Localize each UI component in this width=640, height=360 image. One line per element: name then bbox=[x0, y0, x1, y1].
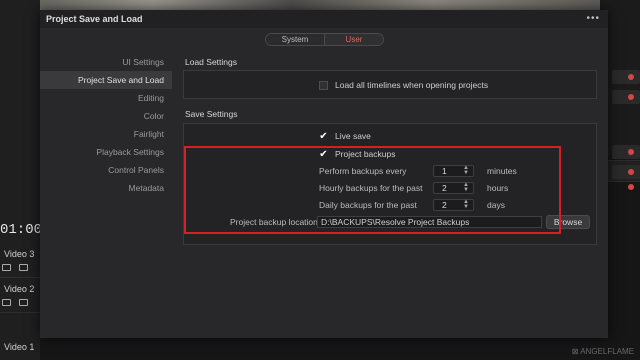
track-divider bbox=[0, 312, 40, 313]
sidebar-item-metadata[interactable]: Metadata bbox=[40, 179, 172, 197]
tab-user[interactable]: User bbox=[324, 34, 383, 45]
mixer-control[interactable] bbox=[612, 165, 640, 179]
save-settings-title: Save Settings bbox=[185, 109, 238, 119]
sidebar-item-project-save-and-load[interactable]: Project Save and Load bbox=[40, 71, 172, 89]
live-save-row[interactable]: ✔ Live save bbox=[319, 131, 371, 141]
sidebar-item-control-panels[interactable]: Control Panels bbox=[40, 161, 172, 179]
tab-system[interactable]: System bbox=[266, 34, 324, 45]
load-settings-title: Load Settings bbox=[185, 57, 237, 67]
mixer-control[interactable] bbox=[612, 70, 640, 84]
app-root: 01:00:0 Video 3 Video 2 Video 1 ⊠ ANGELF… bbox=[0, 0, 640, 360]
sidebar-item-fairlight[interactable]: Fairlight bbox=[40, 125, 172, 143]
sidebar-item-ui-settings[interactable]: UI Settings bbox=[40, 53, 172, 71]
mixer-control[interactable] bbox=[612, 90, 640, 104]
sidebar-item-editing[interactable]: Editing bbox=[40, 89, 172, 107]
highlight-annotation bbox=[184, 146, 561, 234]
load-all-timelines-label: Load all timelines when opening projects bbox=[335, 80, 489, 90]
preferences-sidebar: UI Settings Project Save and Load Editin… bbox=[40, 53, 172, 197]
record-indicator bbox=[628, 74, 634, 80]
live-save-label: Live save bbox=[335, 131, 371, 141]
record-indicator bbox=[628, 149, 634, 155]
system-user-toggle: System User bbox=[265, 33, 384, 46]
sidebar-item-color[interactable]: Color bbox=[40, 107, 172, 125]
track-label-video2: Video 2 bbox=[4, 284, 35, 294]
lock-icon[interactable] bbox=[2, 299, 11, 306]
track-controls-video3[interactable] bbox=[2, 264, 28, 271]
sidebar-item-playback-settings[interactable]: Playback Settings bbox=[40, 143, 172, 161]
track-divider bbox=[0, 277, 40, 278]
load-all-timelines-checkbox[interactable] bbox=[319, 80, 328, 90]
live-save-checkbox[interactable]: ✔ bbox=[319, 131, 328, 141]
mixer-control[interactable] bbox=[612, 145, 640, 159]
record-indicator bbox=[628, 169, 634, 175]
record-indicator bbox=[628, 94, 634, 100]
watermark-logo: ⊠ ANGELFLAME bbox=[571, 347, 634, 356]
dialog-titlebar[interactable]: Project Save and Load ••• bbox=[40, 10, 608, 28]
dialog-title: Project Save and Load bbox=[46, 14, 143, 24]
more-dots-icon[interactable]: ••• bbox=[586, 13, 600, 24]
lock-icon[interactable] bbox=[2, 264, 11, 271]
monitor-icon[interactable] bbox=[19, 264, 28, 271]
viewer-image bbox=[40, 0, 600, 10]
monitor-icon[interactable] bbox=[19, 299, 28, 306]
track-label-video1: Video 1 bbox=[4, 342, 35, 352]
track-label-video3: Video 3 bbox=[4, 249, 35, 259]
track-header-panel bbox=[0, 0, 40, 360]
record-indicator bbox=[628, 184, 634, 190]
track-controls-video2[interactable] bbox=[2, 299, 28, 306]
load-all-timelines-row[interactable]: Load all timelines when opening projects bbox=[319, 80, 488, 90]
